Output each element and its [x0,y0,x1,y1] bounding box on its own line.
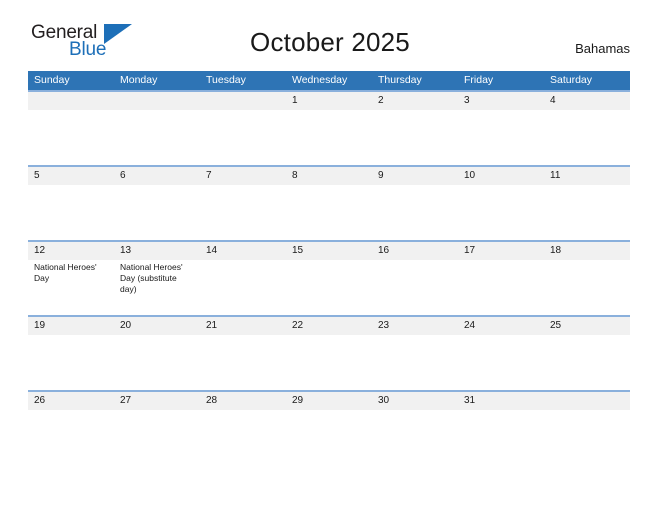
day-cell[interactable] [200,92,286,165]
day-number: 2 [378,95,384,106]
day-cell[interactable]: 30 [372,392,458,465]
day-cell[interactable]: 12 National Heroes' Day [28,242,114,315]
day-cell[interactable]: 10 [458,167,544,240]
day-number: 23 [378,320,390,331]
day-number: 22 [292,320,304,331]
day-number: 18 [550,245,562,256]
page-header: General Blue October 2025 Bahamas [0,0,660,68]
day-cell[interactable]: 7 [200,167,286,240]
day-number: 14 [206,245,218,256]
weekday-header-saturday: Saturday [550,74,593,86]
day-number: 12 [34,245,46,256]
weekday-header-row: Sunday Monday Tuesday Wednesday Thursday… [28,71,630,90]
day-number: 9 [378,170,384,181]
day-cell[interactable]: 2 [372,92,458,165]
day-number [120,92,195,110]
day-cell[interactable]: 9 [372,167,458,240]
day-cell[interactable]: 14 [200,242,286,315]
day-number [550,392,625,410]
day-cell[interactable] [544,392,630,465]
calendar-table: Sunday Monday Tuesday Wednesday Thursday… [28,71,630,465]
day-cell[interactable]: 19 [28,317,114,390]
day-cell[interactable]: 22 [286,317,372,390]
day-cell[interactable]: 24 [458,317,544,390]
day-number: 19 [34,320,46,331]
day-number: 17 [464,245,476,256]
day-event: National Heroes' Day (substitute day) [120,262,183,294]
day-cell[interactable]: 23 [372,317,458,390]
day-number: 5 [34,170,40,181]
day-number: 28 [206,395,218,406]
day-cell[interactable]: 17 [458,242,544,315]
week-row: 1 2 3 4 [28,90,630,165]
day-cell[interactable]: 11 [544,167,630,240]
day-cell[interactable]: 21 [200,317,286,390]
day-number: 15 [292,245,304,256]
day-cell[interactable]: 28 [200,392,286,465]
day-cell[interactable]: 16 [372,242,458,315]
day-number [34,92,109,110]
region-label: Bahamas [575,41,630,56]
calendar-page: General Blue October 2025 Bahamas Sunday… [0,0,660,510]
day-cell[interactable]: 27 [114,392,200,465]
day-number: 29 [292,395,304,406]
day-number: 27 [120,395,132,406]
day-number: 6 [120,170,126,181]
day-number: 31 [464,395,476,406]
day-cell[interactable]: 18 [544,242,630,315]
day-cell[interactable]: 8 [286,167,372,240]
day-cell[interactable]: 25 [544,317,630,390]
weekday-header-wednesday: Wednesday [292,74,348,86]
day-number: 20 [120,320,132,331]
weekday-header-tuesday: Tuesday [206,74,246,86]
day-cell[interactable]: 5 [28,167,114,240]
weekday-header-thursday: Thursday [378,74,422,86]
day-number: 13 [120,245,132,256]
day-cell[interactable]: 29 [286,392,372,465]
day-number: 10 [464,170,476,181]
day-cell[interactable] [28,92,114,165]
week-row: 26 27 28 29 30 31 [28,390,630,465]
day-cell[interactable]: 13 National Heroes' Day (substitute day) [114,242,200,315]
week-row: 12 National Heroes' Day 13 National Hero… [28,240,630,315]
day-number: 26 [34,395,46,406]
day-number: 21 [206,320,218,331]
day-cell[interactable]: 26 [28,392,114,465]
day-cell[interactable]: 3 [458,92,544,165]
weekday-header-monday: Monday [120,74,158,86]
day-number: 1 [292,95,298,106]
day-cell[interactable]: 4 [544,92,630,165]
day-cell[interactable]: 15 [286,242,372,315]
day-number: 11 [550,170,561,181]
week-row: 19 20 21 22 23 24 25 [28,315,630,390]
day-number: 4 [550,95,556,106]
day-cell[interactable]: 6 [114,167,200,240]
weekday-header-friday: Friday [464,74,494,86]
day-cell[interactable]: 1 [286,92,372,165]
week-row: 5 6 7 8 9 10 11 [28,165,630,240]
day-event: National Heroes' Day [34,262,97,283]
day-cell[interactable]: 31 [458,392,544,465]
day-number: 3 [464,95,470,106]
day-cell[interactable] [114,92,200,165]
day-number: 7 [206,170,212,181]
day-number: 16 [378,245,390,256]
page-title: October 2025 [250,27,410,57]
weekday-header-sunday: Sunday [34,74,70,86]
day-number: 24 [464,320,476,331]
day-number [206,92,281,110]
day-number: 25 [550,320,562,331]
day-number: 8 [292,170,298,181]
day-number: 30 [378,395,390,406]
day-cell[interactable]: 20 [114,317,200,390]
